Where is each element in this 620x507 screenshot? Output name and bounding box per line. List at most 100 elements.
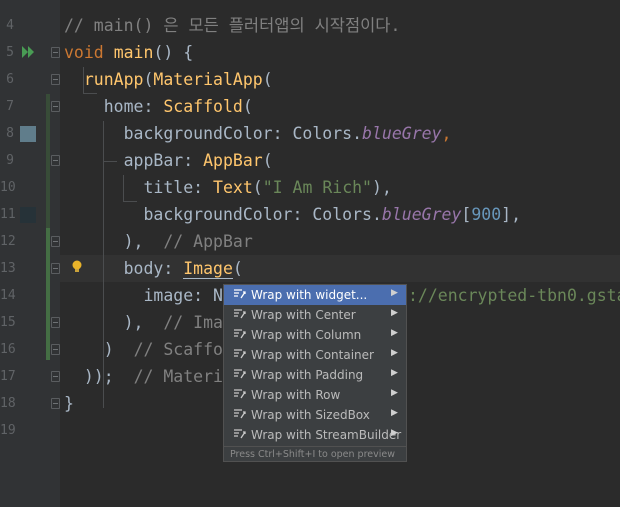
intention-actions-popup: Wrap with widget... ▶ Wrap with Center ▶… bbox=[223, 284, 407, 462]
wrap-icon bbox=[234, 369, 246, 379]
code-line-11[interactable]: backgroundColor: Colors.blueGrey[900], bbox=[64, 201, 521, 228]
code-text: ( bbox=[262, 70, 273, 89]
bulb-icon[interactable] bbox=[71, 259, 83, 275]
function-name: runApp bbox=[83, 70, 144, 89]
property-key: backgroundColor: Colors. bbox=[143, 205, 382, 224]
code-line-12[interactable]: ), // AppBar bbox=[64, 228, 253, 255]
menu-item-label: Wrap with StreamBuilder bbox=[251, 428, 402, 442]
code-comment: // AppBar bbox=[163, 232, 253, 251]
color-swatch-bluegrey[interactable] bbox=[20, 126, 36, 142]
property-key: body: bbox=[123, 259, 184, 278]
code-line-17[interactable]: )); // Materi bbox=[64, 363, 223, 390]
menu-item-label: Wrap with Center bbox=[251, 308, 356, 322]
code-text: () { bbox=[153, 43, 194, 62]
code-comment: // Scaffo bbox=[133, 340, 223, 359]
code-line-18[interactable]: } bbox=[64, 390, 74, 417]
class-name: AppBar bbox=[203, 151, 263, 170]
line-number: 8 bbox=[6, 126, 14, 141]
property-key: title: bbox=[143, 178, 214, 197]
menu-item-label: Wrap with Padding bbox=[251, 368, 364, 382]
menu-item-wrap-with-padding[interactable]: Wrap with Padding ▶ bbox=[224, 365, 406, 385]
menu-item-label: Wrap with widget... bbox=[251, 288, 368, 302]
submenu-arrow-icon: ▶ bbox=[391, 308, 398, 318]
static-property: blueGrey bbox=[362, 124, 442, 143]
wrap-icon bbox=[234, 329, 246, 339]
menu-item-label: Wrap with Container bbox=[251, 348, 374, 362]
code-line-14[interactable]: image: N bbox=[64, 282, 222, 309]
line-number: 17 bbox=[0, 369, 16, 384]
wrap-icon bbox=[234, 309, 246, 319]
string-literal: "I Am Rich" bbox=[262, 178, 372, 197]
menu-item-label: Wrap with Column bbox=[251, 328, 362, 342]
line-number: 11 bbox=[0, 207, 16, 222]
code-line-9[interactable]: appBar: AppBar( bbox=[64, 147, 273, 174]
menu-item-wrap-with-center[interactable]: Wrap with Center ▶ bbox=[224, 305, 406, 325]
function-name: main bbox=[113, 43, 154, 62]
code-text: )); bbox=[83, 367, 114, 386]
fold-icon[interactable] bbox=[51, 263, 60, 274]
line-number: 9 bbox=[6, 153, 14, 168]
fold-icon[interactable] bbox=[51, 155, 60, 166]
run-arrow-icon[interactable] bbox=[21, 44, 37, 60]
code-line-5[interactable]: void main() { bbox=[64, 39, 193, 66]
popup-footer-hint: Press Ctrl+Shift+I to open preview bbox=[224, 446, 406, 461]
menu-item-wrap-with-sizedbox[interactable]: Wrap with SizedBox ▶ bbox=[224, 405, 406, 425]
wrap-icon bbox=[234, 409, 246, 419]
line-number: 15 bbox=[0, 315, 16, 330]
class-name: Scaffold bbox=[163, 97, 243, 116]
code-line-16[interactable]: ) // Scaffo bbox=[64, 336, 223, 363]
line-number: 4 bbox=[6, 18, 14, 33]
code-line-15[interactable]: ), // Ima bbox=[64, 309, 223, 336]
fold-icon[interactable] bbox=[51, 344, 60, 355]
fold-icon[interactable] bbox=[51, 47, 60, 58]
code-text: ), bbox=[372, 178, 392, 197]
submenu-arrow-icon: ▶ bbox=[391, 388, 398, 398]
fold-icon[interactable] bbox=[51, 398, 60, 409]
line-number: 6 bbox=[6, 72, 14, 87]
number-literal: 900 bbox=[471, 205, 502, 224]
class-name: Text bbox=[213, 178, 253, 197]
submenu-arrow-icon: ▶ bbox=[391, 368, 398, 378]
class-name: MaterialApp bbox=[153, 70, 263, 89]
menu-item-wrap-with-container[interactable]: Wrap with Container ▶ bbox=[224, 345, 406, 365]
code-line-4[interactable]: // main() 은 모든 플러터앱의 시작점이다. bbox=[64, 12, 400, 39]
menu-item-wrap-with-row[interactable]: Wrap with Row ▶ bbox=[224, 385, 406, 405]
code-text: ), bbox=[123, 313, 144, 332]
fold-icon[interactable] bbox=[51, 101, 60, 112]
fold-icon[interactable] bbox=[51, 317, 60, 328]
submenu-arrow-icon: ▶ bbox=[391, 408, 398, 418]
menu-item-label: Wrap with Row bbox=[251, 388, 341, 402]
code-line-6[interactable]: runApp(MaterialApp( bbox=[64, 66, 273, 93]
submenu-arrow-icon: ▶ bbox=[391, 428, 398, 438]
submenu-arrow-icon: ▶ bbox=[391, 348, 398, 358]
code-text: ( bbox=[242, 97, 253, 116]
menu-item-label: Wrap with SizedBox bbox=[251, 408, 370, 422]
line-number: 19 bbox=[0, 423, 16, 438]
color-swatch-bluegrey-900[interactable] bbox=[20, 207, 36, 223]
menu-item-wrap-with-widget[interactable]: Wrap with widget... ▶ bbox=[224, 285, 406, 305]
line-number: 13 bbox=[0, 261, 16, 276]
line-number: 14 bbox=[0, 288, 16, 303]
line-number: 18 bbox=[0, 396, 16, 411]
fold-icon[interactable] bbox=[51, 371, 60, 382]
line-number: 7 bbox=[6, 99, 14, 114]
vcs-change-marker bbox=[46, 94, 50, 228]
wrap-icon bbox=[234, 389, 246, 399]
menu-item-wrap-with-streambuilder[interactable]: Wrap with StreamBuilder ▶ bbox=[224, 425, 406, 445]
code-comment: // Ima bbox=[163, 313, 223, 332]
static-property: blueGrey bbox=[381, 205, 462, 224]
code-line-13[interactable]: body: Image( bbox=[64, 255, 243, 282]
code-text: } bbox=[64, 394, 74, 413]
menu-item-wrap-with-column[interactable]: Wrap with Column ▶ bbox=[224, 325, 406, 345]
code-line-8[interactable]: backgroundColor: Colors.blueGrey, bbox=[64, 120, 452, 147]
code-line-10[interactable]: title: Text("I Am Rich"), bbox=[64, 174, 392, 201]
submenu-arrow-icon: ▶ bbox=[391, 288, 398, 298]
wrap-icon bbox=[234, 429, 246, 439]
code-line-7[interactable]: home: Scaffold( bbox=[64, 93, 253, 120]
code-text: ( bbox=[232, 259, 243, 278]
code-text: ), bbox=[123, 232, 144, 251]
code-text: [ bbox=[461, 205, 472, 224]
fold-icon[interactable] bbox=[51, 236, 60, 247]
submenu-arrow-icon: ▶ bbox=[391, 328, 398, 338]
fold-icon[interactable] bbox=[51, 74, 60, 85]
